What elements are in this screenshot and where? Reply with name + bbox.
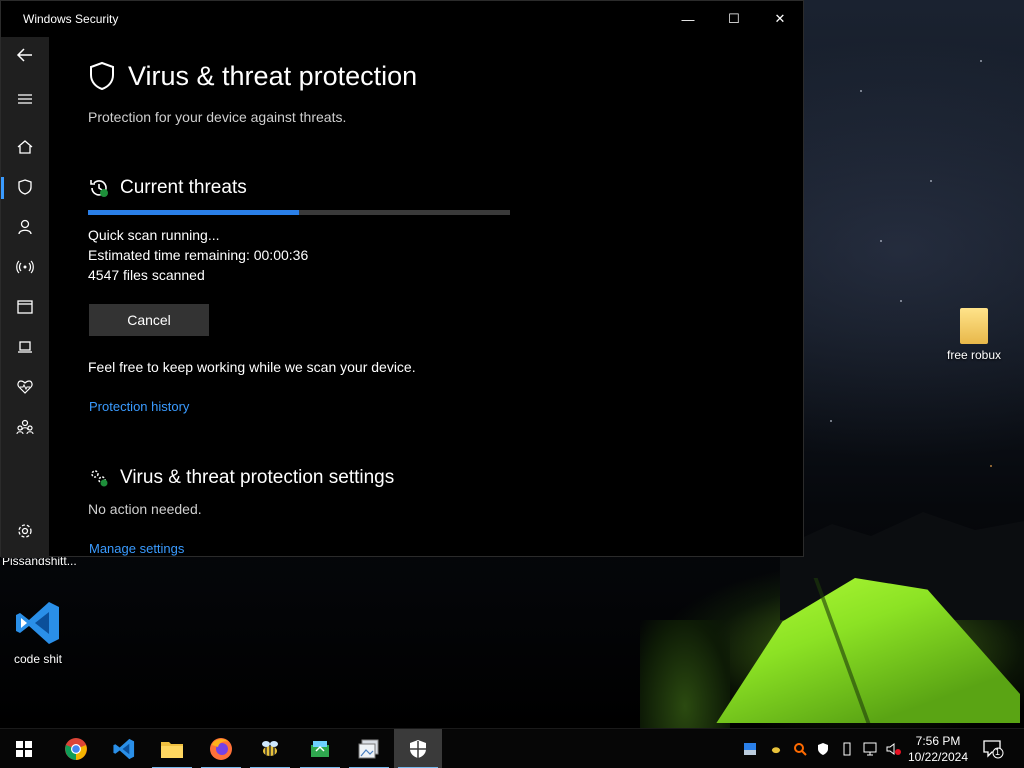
clock-date: 10/22/2024 [907,750,969,764]
taskbar-app-green[interactable] [296,729,344,768]
desktop-icon-label: free robux [946,348,1002,362]
close-button[interactable]: ✕ [757,1,803,37]
back-arrow-icon [16,48,32,62]
tray-usb-icon[interactable] [839,741,855,757]
chrome-icon [65,738,87,760]
settings-status: No action needed. [88,501,202,517]
grass [640,620,730,728]
magnifier-icon [794,743,807,756]
sidebar-item-device-performance[interactable] [1,369,49,405]
scan-progress-fill [88,210,299,215]
taskbar-app-bee[interactable] [246,729,294,768]
section-title: Virus & threat protection settings [120,467,395,488]
windows-logo-icon [16,741,32,757]
sidebar-item-home[interactable] [1,129,49,165]
desktop-icon-code-shit[interactable]: code shit [0,598,76,666]
menu-button[interactable] [1,81,49,117]
current-threats-heading: Current threats [88,177,247,199]
shield-icon [410,740,426,758]
section-title: Current threats [120,177,247,198]
cancel-button[interactable]: Cancel [89,304,209,336]
vscode-icon [13,598,63,648]
scan-history-icon [90,180,108,197]
notification-icon [983,740,1004,759]
sidebar-item-family-options[interactable] [1,409,49,445]
desktop-icon-label: code shit [13,652,63,666]
back-button[interactable] [1,37,49,73]
sidebar-item-virus-protection[interactable] [1,169,49,205]
scan-status: Quick scan running... [88,227,220,243]
tray-app-icon[interactable] [742,741,758,757]
system-clock[interactable]: 7:56 PM 10/22/2024 [906,733,970,765]
title-bar[interactable]: Windows Security — ☐ ✕ [1,1,803,37]
laptop-icon [18,341,32,353]
manage-settings-link[interactable]: Manage settings [89,541,184,556]
scan-note: Feel free to keep working while we scan … [88,359,416,375]
scan-progress-bar [88,210,510,215]
taskbar: 7:56 PM 10/22/2024 1 [0,728,1024,768]
page-subtitle: Protection for your device against threa… [88,109,347,125]
maximize-button[interactable]: ☐ [711,1,757,37]
sidebar-item-device-security[interactable] [1,329,49,365]
clock-time: 7:56 PM [915,734,961,748]
taskbar-firefox[interactable] [197,729,245,768]
minimize-button[interactable]: — [665,1,711,37]
gear-icon [18,524,32,538]
home-icon [17,140,33,154]
green-app-icon [311,741,329,757]
page-title: Virus & threat protection [128,61,418,91]
taskbar-chrome[interactable] [52,729,100,768]
tray-network-icon[interactable] [862,741,878,757]
sidebar-item-app-browser[interactable] [1,289,49,325]
taskbar-file-explorer[interactable] [148,729,196,768]
sidebar-item-firewall[interactable] [1,249,49,285]
tray-security-icon[interactable] [815,741,831,757]
folder-icon [960,308,988,344]
windows-security-window: Windows Security — ☐ ✕ Virus & threat pr… [0,0,804,558]
vscode-icon [113,738,135,760]
main-content: Virus & threat protection Protection for… [88,37,803,556]
tray-volume-icon[interactable] [886,741,902,757]
start-button[interactable] [0,729,48,768]
firefox-icon [210,738,232,760]
action-center-button[interactable]: 1 [982,739,1004,759]
taskbar-vscode[interactable] [100,729,148,768]
bee-icon [771,747,781,754]
hamburger-icon [18,94,32,104]
person-icon [18,219,32,235]
taskbar-app-photos[interactable] [345,729,393,768]
sidebar [1,37,49,558]
notification-count: 1 [995,747,1001,757]
scan-eta: Estimated time remaining: 00:00:36 [88,247,309,263]
shield-icon [90,61,114,91]
sidebar-item-settings[interactable] [1,513,49,549]
active-indicator [1,177,4,199]
bee-icon [262,741,278,756]
tray-bee-icon[interactable] [768,741,784,757]
family-icon [16,419,34,435]
desktop-icon-free-robux[interactable]: free robux [936,308,1012,362]
usb-device-icon [843,742,851,756]
tray-search-icon[interactable] [792,741,808,757]
taskbar-windows-security[interactable] [394,729,442,768]
settings-heading: Virus & threat protection settings [88,467,394,489]
volume-muted-icon [886,743,901,755]
heart-pulse-icon [17,380,33,394]
sidebar-item-account-protection[interactable] [1,209,49,245]
protection-history-link[interactable]: Protection history [89,399,189,414]
shield-icon [818,743,828,755]
folder-icon [161,742,183,758]
network-icon [863,742,877,756]
shield-icon [18,179,32,195]
photos-icon [358,739,379,759]
wifi-antenna-icon [16,260,34,274]
browser-window-icon [17,300,33,314]
window-app-icon [744,743,756,755]
files-scanned: 4547 files scanned [88,267,205,283]
window-title: Windows Security [23,12,119,26]
settings-gears-icon [91,470,108,487]
